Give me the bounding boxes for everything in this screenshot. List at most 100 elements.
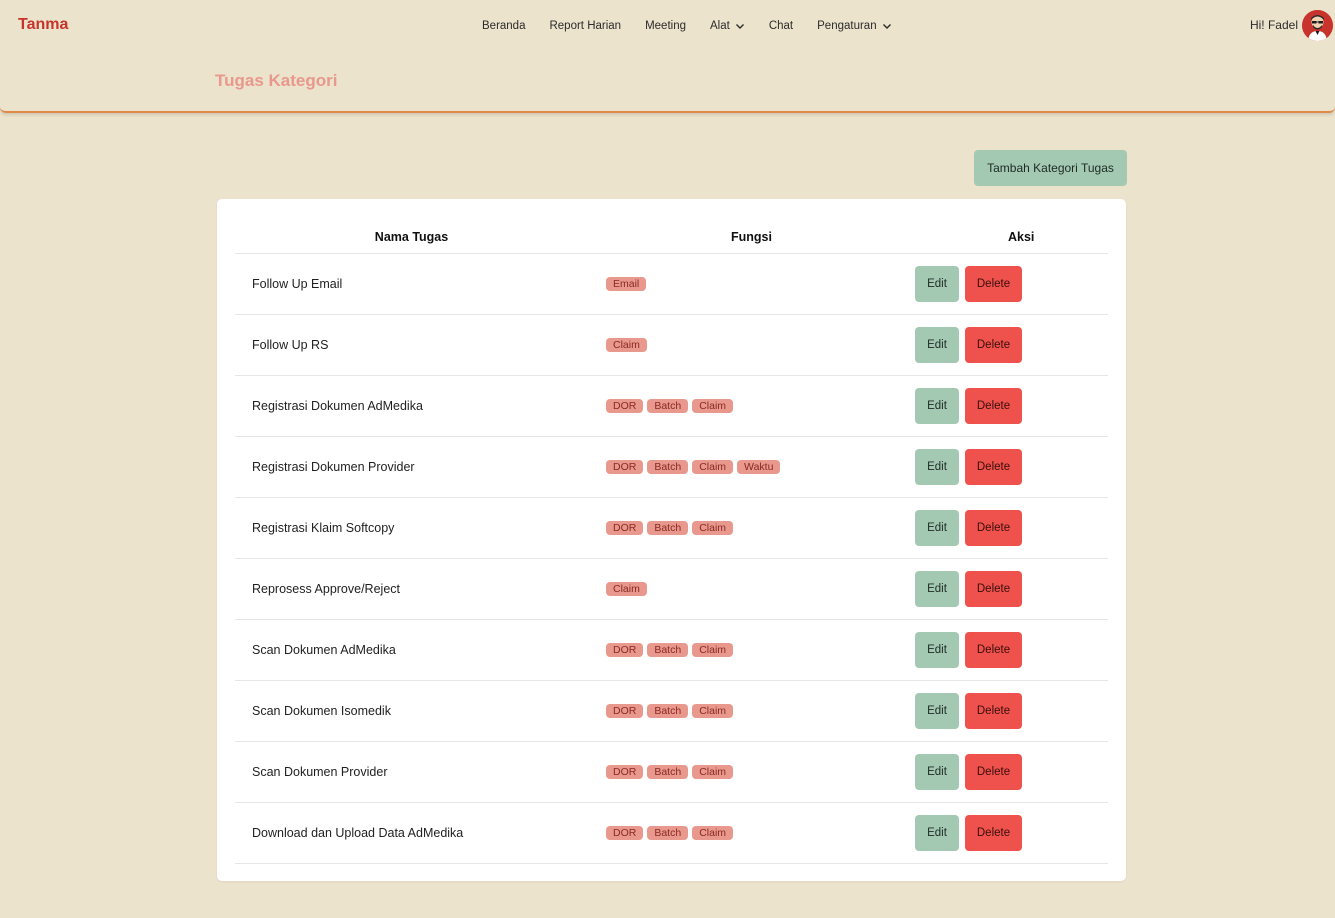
function-cell: DOR Batch Claim (588, 375, 915, 437)
delete-button[interactable]: Delete (965, 326, 1022, 363)
header-action: Aksi (915, 221, 1108, 254)
task-name-cell: Download dan Upload Data AdMedika (235, 802, 588, 864)
delete-button[interactable]: Delete (965, 631, 1022, 668)
table-row: Reprosess Approve/Reject Claim Edit Delete (235, 558, 1108, 620)
function-tag: DOR (606, 460, 644, 474)
function-tag: Batch (647, 643, 689, 657)
function-cell: Claim (588, 314, 915, 376)
edit-button[interactable]: Edit (915, 387, 959, 424)
nav-item-chat[interactable]: Chat (769, 20, 793, 32)
main-nav: Beranda Report Harian Meeting Alat Chat Penga… (482, 18, 916, 34)
delete-button[interactable]: Delete (965, 814, 1022, 851)
function-cell: DOR Batch Claim (588, 680, 915, 742)
action-cell: Edit Delete (915, 802, 1108, 864)
edit-button[interactable]: Edit (915, 631, 959, 668)
table-row: Follow Up RS Claim Edit Delete (235, 314, 1108, 376)
function-tag: Claim (692, 460, 734, 474)
function-tag: Email (606, 277, 647, 291)
nav-item-alat[interactable]: Alat (710, 20, 745, 32)
task-name-cell: Scan Dokumen Provider (235, 741, 588, 803)
function-tag: Batch (647, 704, 689, 718)
edit-button[interactable]: Edit (915, 692, 959, 729)
delete-button[interactable]: Delete (965, 753, 1022, 790)
edit-button[interactable]: Edit (915, 448, 959, 485)
task-name-cell: Registrasi Klaim Softcopy (235, 497, 588, 559)
nav-item-label: Meeting (645, 20, 686, 32)
function-cell: DOR Batch Claim (588, 802, 915, 864)
action-cell: Edit Delete (915, 619, 1108, 681)
function-tag: Claim (692, 521, 734, 535)
nav-item-label: Alat (710, 20, 730, 32)
chevron-down-icon (735, 24, 744, 29)
nav-item-report-harian[interactable]: Report Harian (549, 20, 621, 32)
nav-item-pengaturan[interactable]: Pengaturan (817, 20, 891, 32)
task-name-cell: Reprosess Approve/Reject (235, 558, 588, 620)
function-tag: Claim (692, 643, 734, 657)
nav-item-label: Chat (768, 20, 794, 32)
add-category-button[interactable]: Tambah Kategori Tugas (974, 150, 1127, 186)
edit-button[interactable]: Edit (915, 326, 959, 363)
function-cell: DOR Batch Claim (588, 741, 915, 803)
task-name-cell: Scan Dokumen AdMedika (235, 619, 588, 681)
table-row: Download dan Upload Data AdMedika DOR Batc… (235, 802, 1108, 864)
function-tag: DOR (606, 765, 644, 779)
task-name-cell: Registrasi Dokumen Provider (235, 436, 588, 498)
edit-button[interactable]: Edit (915, 265, 959, 302)
table-row: Scan Dokumen Provider DOR Batch Claim Edit De… (235, 741, 1108, 803)
nav-item-beranda[interactable]: Beranda (482, 20, 525, 32)
function-cell: Claim (588, 558, 915, 620)
user-menu[interactable]: Hi! Fadel (1249, 9, 1335, 41)
function-tag: Claim (606, 338, 647, 352)
action-cell: Edit Delete (915, 497, 1108, 559)
table-row: Scan Dokumen AdMedika DOR Batch Claim Edit De… (235, 619, 1108, 681)
task-category-card: Nama Tugas Fungsi Aksi Follow Up Email Em… (217, 199, 1126, 881)
action-cell: Edit Delete (915, 741, 1108, 803)
page-title: Tugas Kategori (215, 71, 338, 90)
delete-button[interactable]: Delete (965, 509, 1022, 546)
action-cell: Edit Delete (915, 375, 1108, 437)
action-cell: Edit Delete (915, 680, 1108, 742)
chevron-down-icon (882, 24, 891, 29)
delete-button[interactable]: Delete (965, 692, 1022, 729)
avatar[interactable] (1302, 9, 1333, 41)
delete-button[interactable]: Delete (965, 265, 1022, 302)
task-name-cell: Registrasi Dokumen AdMedika (235, 375, 588, 437)
header-function: Fungsi (588, 221, 915, 254)
task-name-cell: Follow Up Email (235, 253, 588, 315)
table-row: Registrasi Dokumen AdMedika DOR Batch Claim… (235, 375, 1108, 437)
function-tag: Batch (647, 765, 689, 779)
action-cell: Edit Delete (915, 436, 1108, 498)
avatar-icon (1302, 9, 1333, 41)
function-tag: DOR (606, 399, 644, 413)
task-category-table: Nama Tugas Fungsi Aksi Follow Up Email Em… (235, 221, 1108, 864)
brand-logo[interactable]: Tanma (18, 16, 68, 34)
function-cell: Email (588, 253, 915, 315)
function-tag: Batch (647, 521, 689, 535)
table-row: Follow Up Email Email Edit Delete (235, 253, 1108, 315)
function-tag: Claim (606, 582, 647, 596)
action-cell: Edit Delete (915, 253, 1108, 315)
action-cell: Edit Delete (915, 314, 1108, 376)
function-tag: Batch (647, 399, 689, 413)
edit-button[interactable]: Edit (915, 509, 959, 546)
function-cell: DOR Batch Claim (588, 497, 915, 559)
nav-item-label: Report Harian (549, 20, 622, 32)
task-name-cell: Scan Dokumen Isomedik (235, 680, 588, 742)
task-name-cell: Follow Up RS (235, 314, 588, 376)
edit-button[interactable]: Edit (915, 753, 959, 790)
delete-button[interactable]: Delete (965, 570, 1022, 607)
function-tag: Waktu (737, 460, 781, 474)
nav-item-meeting[interactable]: Meeting (645, 20, 686, 32)
edit-button[interactable]: Edit (915, 814, 959, 851)
nav-item-label: Pengaturan (817, 20, 877, 32)
function-tag: DOR (606, 826, 644, 840)
delete-button[interactable]: Delete (965, 387, 1022, 424)
user-greeting: Hi! Fadel (1249, 18, 1298, 32)
delete-button[interactable]: Delete (965, 448, 1022, 485)
function-tag: Claim (692, 704, 734, 718)
edit-button[interactable]: Edit (915, 570, 959, 607)
function-tag: Batch (647, 460, 689, 474)
function-tag: DOR (606, 521, 644, 535)
header-task-name: Nama Tugas (235, 221, 588, 254)
function-cell: DOR Batch Claim Waktu (588, 436, 915, 498)
